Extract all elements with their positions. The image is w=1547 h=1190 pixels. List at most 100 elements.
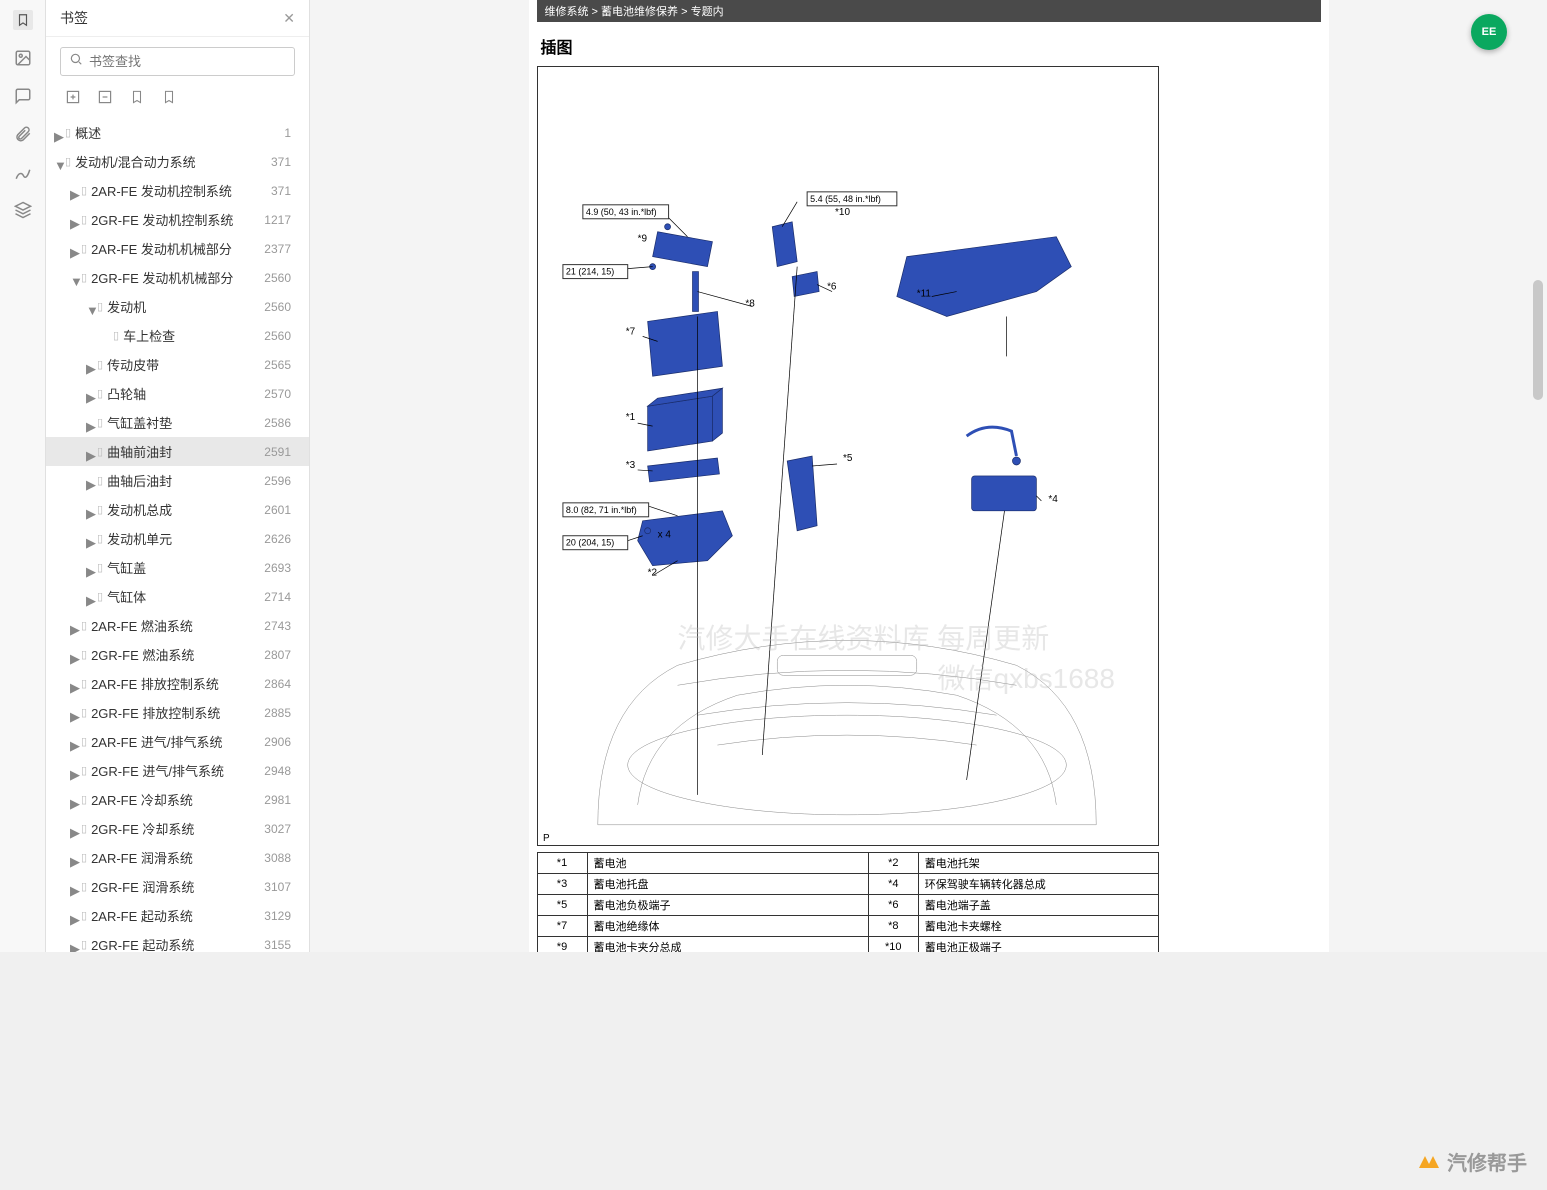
bookmark-icon[interactable] bbox=[13, 10, 33, 30]
tree-item[interactable]: ▶▯气缸盖衬垫2586 bbox=[46, 408, 309, 437]
tree-item[interactable]: ▶▯2AR-FE 冷却系统2981 bbox=[46, 785, 309, 814]
chevron-icon[interactable]: ▶ bbox=[86, 477, 94, 485]
bookmark-glyph-icon: ▯ bbox=[81, 184, 87, 197]
chevron-icon[interactable]: ▶ bbox=[86, 535, 94, 543]
part-name: 蓄电池绝缘体 bbox=[587, 916, 868, 937]
thumbnail-icon[interactable] bbox=[13, 48, 33, 68]
bookmark-glyph-icon: ▯ bbox=[113, 329, 119, 342]
tree-item[interactable]: ▶▯发动机总成2601 bbox=[46, 495, 309, 524]
svg-text:*2: *2 bbox=[647, 568, 657, 579]
collapse-icon[interactable] bbox=[96, 88, 114, 106]
tree-item[interactable]: ▶▯2AR-FE 发动机机械部分2377 bbox=[46, 234, 309, 263]
chevron-icon[interactable]: ▶ bbox=[86, 564, 94, 572]
tree-item[interactable]: ▶▯凸轮轴2570 bbox=[46, 379, 309, 408]
tree-label: 2GR-FE 燃油系统 bbox=[91, 645, 259, 664]
chevron-icon[interactable]: ▶ bbox=[70, 912, 78, 920]
chevron-icon[interactable]: ▶ bbox=[86, 361, 94, 369]
chevron-icon[interactable]: ▶ bbox=[86, 448, 94, 456]
add-bookmark-icon[interactable] bbox=[128, 88, 146, 106]
page-number: 2981 bbox=[263, 793, 299, 807]
layers-icon[interactable] bbox=[13, 200, 33, 220]
chevron-icon[interactable]: ▶ bbox=[70, 738, 78, 746]
chevron-icon[interactable]: ▶ bbox=[70, 680, 78, 688]
part-ref: *2 bbox=[868, 853, 918, 874]
svg-text:x 4: x 4 bbox=[657, 530, 671, 541]
chevron-icon[interactable]: ▶ bbox=[70, 941, 78, 949]
tree-item[interactable]: ▶▯2AR-FE 排放控制系统2864 bbox=[46, 669, 309, 698]
tree-item[interactable]: ▶▯概述1 bbox=[46, 118, 309, 147]
tree-item[interactable]: ▶▯曲轴前油封2591 bbox=[46, 437, 309, 466]
attachment-icon[interactable] bbox=[13, 124, 33, 144]
chevron-icon[interactable]: ▶ bbox=[70, 622, 78, 630]
chevron-icon[interactable]: ▶ bbox=[86, 390, 94, 398]
part-name: 蓄电池卡夹螺栓 bbox=[918, 916, 1158, 937]
tree-item[interactable]: ▶▯2GR-FE 冷却系统3027 bbox=[46, 814, 309, 843]
part-name: 蓄电池卡夹分总成 bbox=[587, 937, 868, 953]
tree-label: 2AR-FE 排放控制系统 bbox=[91, 674, 259, 693]
tree-item[interactable]: ▶▯气缸体2714 bbox=[46, 582, 309, 611]
chevron-icon[interactable]: ▶ bbox=[70, 767, 78, 775]
document-viewport[interactable]: 维修系统 > 蓄电池维修保养 > 专题内 插图 4.9 (50, 43 in.*… bbox=[310, 0, 1547, 952]
tree-item[interactable]: ▶▯2GR-FE 发动机控制系统1217 bbox=[46, 205, 309, 234]
chevron-icon[interactable]: ▼ bbox=[86, 303, 94, 311]
tree-item[interactable]: ▶▯2GR-FE 润滑系统3107 bbox=[46, 872, 309, 901]
svg-text:*1: *1 bbox=[625, 412, 635, 423]
tree-label: 传动皮带 bbox=[107, 355, 259, 374]
part-name: 蓄电池正极端子 bbox=[918, 937, 1158, 953]
chevron-icon[interactable]: ▶ bbox=[86, 593, 94, 601]
chevron-icon[interactable]: ▶ bbox=[70, 883, 78, 891]
part-ref: *3 bbox=[537, 874, 587, 895]
tree-item[interactable]: ▯车上检查2560 bbox=[46, 321, 309, 350]
chevron-icon[interactable]: ▶ bbox=[70, 709, 78, 717]
page-number: 2743 bbox=[263, 619, 299, 633]
tree-item[interactable]: ▶▯2GR-FE 进气/排气系统2948 bbox=[46, 756, 309, 785]
tree-item[interactable]: ▶▯2AR-FE 起动系统3129 bbox=[46, 901, 309, 930]
tree-item[interactable]: ▼▯发动机/混合动力系统371 bbox=[46, 147, 309, 176]
tree-item[interactable]: ▶▯2AR-FE 燃油系统2743 bbox=[46, 611, 309, 640]
bookmark-glyph-icon: ▯ bbox=[81, 648, 87, 661]
comment-icon[interactable] bbox=[13, 86, 33, 106]
chevron-icon[interactable]: ▶ bbox=[86, 419, 94, 427]
bookmark-glyph-icon: ▯ bbox=[81, 793, 87, 806]
svg-text:4.9 (50, 43 in.*lbf): 4.9 (50, 43 in.*lbf) bbox=[585, 207, 656, 217]
sidebar: 书签 ✕ ▶▯概述1▼▯发动机/混合动力系统371▶▯2AR-FE 发动机控制系… bbox=[46, 0, 310, 952]
bookmark-outline-icon[interactable] bbox=[160, 88, 178, 106]
tree-item[interactable]: ▶▯传动皮带2565 bbox=[46, 350, 309, 379]
tree-item[interactable]: ▶▯2AR-FE 进气/排气系统2906 bbox=[46, 727, 309, 756]
signature-icon[interactable] bbox=[13, 162, 33, 182]
floating-action-button[interactable]: EE bbox=[1471, 14, 1507, 50]
chevron-icon[interactable]: ▶ bbox=[54, 129, 62, 137]
chevron-icon[interactable]: ▶ bbox=[70, 651, 78, 659]
tree-item[interactable]: ▼▯2GR-FE 发动机机械部分2560 bbox=[46, 263, 309, 292]
tree-item[interactable]: ▶▯气缸盖2693 bbox=[46, 553, 309, 582]
tree-item[interactable]: ▶▯2GR-FE 燃油系统2807 bbox=[46, 640, 309, 669]
scrollbar-thumb[interactable] bbox=[1533, 280, 1543, 400]
chevron-icon[interactable]: ▶ bbox=[70, 825, 78, 833]
chevron-icon[interactable]: ▶ bbox=[70, 216, 78, 224]
page-number: 3155 bbox=[263, 938, 299, 952]
search-input[interactable] bbox=[60, 47, 295, 76]
close-icon[interactable]: ✕ bbox=[283, 10, 295, 27]
chevron-icon[interactable]: ▼ bbox=[54, 158, 62, 166]
chevron-icon[interactable]: ▶ bbox=[70, 796, 78, 804]
tree-item[interactable]: ▶▯曲轴后油封2596 bbox=[46, 466, 309, 495]
tree-item[interactable]: ▶▯发动机单元2626 bbox=[46, 524, 309, 553]
expand-icon[interactable] bbox=[64, 88, 82, 106]
tree-item[interactable]: ▶▯2AR-FE 润滑系统3088 bbox=[46, 843, 309, 872]
page-number: 2560 bbox=[263, 271, 299, 285]
bookmark-tree[interactable]: ▶▯概述1▼▯发动机/混合动力系统371▶▯2AR-FE 发动机控制系统371▶… bbox=[46, 116, 309, 952]
page-number: 2693 bbox=[263, 561, 299, 575]
chevron-icon[interactable] bbox=[102, 332, 110, 340]
chevron-icon[interactable]: ▶ bbox=[70, 854, 78, 862]
chevron-icon[interactable]: ▶ bbox=[70, 187, 78, 195]
chevron-icon[interactable]: ▶ bbox=[86, 506, 94, 514]
chevron-icon[interactable]: ▼ bbox=[70, 274, 78, 282]
search-field[interactable] bbox=[89, 54, 286, 69]
chevron-icon[interactable]: ▶ bbox=[70, 245, 78, 253]
tree-item[interactable]: ▶▯2AR-FE 发动机控制系统371 bbox=[46, 176, 309, 205]
tree-label: 2AR-FE 发动机机械部分 bbox=[91, 239, 259, 258]
tree-item[interactable]: ▶▯2GR-FE 排放控制系统2885 bbox=[46, 698, 309, 727]
tree-item[interactable]: ▼▯发动机2560 bbox=[46, 292, 309, 321]
tree-item[interactable]: ▶▯2GR-FE 起动系统3155 bbox=[46, 930, 309, 952]
bookmark-glyph-icon: ▯ bbox=[97, 358, 103, 371]
